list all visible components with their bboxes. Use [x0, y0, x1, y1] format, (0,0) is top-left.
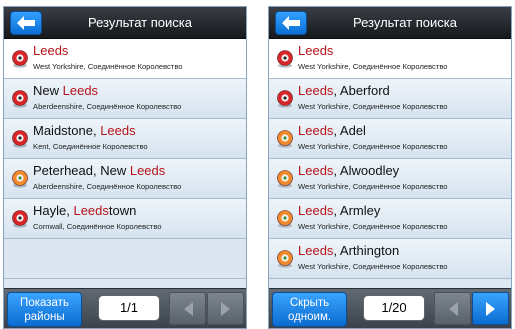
result-title-suffix: , Adel [333, 123, 366, 138]
result-row[interactable]: Leeds, Adel West Yorkshire, Соединённое К… [269, 119, 511, 159]
result-title: Leeds, Adel [298, 123, 509, 138]
result-row[interactable]: New Leeds Aberdeenshire, Соединённое Коро… [4, 79, 246, 119]
chevron-left-icon [184, 302, 193, 316]
result-title: Maidstone, Leeds [33, 123, 244, 138]
bottom-toolbar: Скрыть одноим. 1/20 [269, 288, 511, 328]
result-row[interactable]: Peterhead, New Leeds Aberdeenshire, Соеди… [4, 159, 246, 199]
result-row[interactable]: Leeds West Yorkshire, Соединённое Королев… [269, 39, 511, 79]
hide-duplicates-button[interactable]: Скрыть одноим. [272, 292, 347, 327]
result-row[interactable]: Leeds West Yorkshire, Соединённое Королев… [4, 39, 246, 79]
red-pin-icon [277, 50, 293, 68]
page-title: Результат поиска [88, 15, 192, 30]
result-region: West Yorkshire, Соединённое Королевство [298, 182, 448, 191]
action-button-line2: одноим. [287, 310, 332, 323]
back-button[interactable] [275, 11, 307, 35]
red-pin-icon [12, 210, 28, 228]
result-title: Leeds, Arthington [298, 243, 509, 258]
result-title-suffix: , Armley [333, 203, 381, 218]
orange-pin-icon [277, 170, 293, 188]
result-region: Aberdeenshire, Соединённое Королевство [33, 182, 182, 191]
action-button-line2: районы [24, 310, 65, 323]
action-button-line1: Скрыть [289, 296, 330, 309]
chevron-left-icon [449, 302, 458, 316]
empty-row [4, 239, 246, 279]
result-region: West Yorkshire, Соединённое Королевство [298, 102, 448, 111]
result-title: Leeds, Alwoodley [298, 163, 509, 178]
result-title-match: Leeds [298, 43, 334, 58]
result-title-match: Leeds [298, 243, 334, 258]
result-region: Aberdeenshire, Соединённое Королевство [33, 102, 182, 111]
red-pin-icon [12, 50, 28, 68]
result-title-prefix: Peterhead, New [33, 163, 130, 178]
result-title-suffix: , Alwoodley [333, 163, 400, 178]
result-region: West Yorkshire, Соединённое Королевство [298, 142, 448, 151]
result-region: West Yorkshire, Соединённое Королевство [33, 62, 183, 71]
result-title-match: Leeds [73, 203, 109, 218]
orange-pin-icon [277, 130, 293, 148]
result-row[interactable]: Leeds, Aberford West Yorkshire, Соединённ… [269, 79, 511, 119]
result-row[interactable]: Leeds, Arthington West Yorkshire, Соединё… [269, 239, 511, 279]
result-title: Hayle, Leedstown [33, 203, 244, 218]
left-phone-screen: Результат поиска Leeds West Yorkshire, Со… [3, 6, 247, 329]
result-title-match: Leeds [298, 123, 334, 138]
result-row[interactable]: Maidstone, Leeds Kent, Соединённое Короле… [4, 119, 246, 159]
result-title-match: Leeds [62, 83, 99, 98]
result-region: West Yorkshire, Соединённое Королевство [298, 222, 448, 231]
result-region: Kent, Соединённое Королевство [33, 142, 148, 151]
page-title: Результат поиска [353, 15, 457, 30]
result-title-match: Leeds [298, 83, 334, 98]
result-title-prefix: New [33, 83, 63, 98]
result-title-match: Leeds [100, 123, 136, 138]
result-title-suffix: town [108, 203, 137, 218]
result-row[interactable]: Hayle, Leedstown Cornwall, Соединённое Ко… [4, 199, 246, 239]
result-title-match: Leeds [33, 43, 69, 58]
result-region: West Yorkshire, Соединённое Королевство [298, 262, 448, 271]
show-districts-button[interactable]: Показать районы [7, 292, 82, 327]
result-title: Leeds, Aberford [298, 83, 509, 98]
back-arrow-icon [282, 16, 300, 30]
next-page-button[interactable] [472, 292, 509, 325]
result-title: Leeds [33, 43, 244, 58]
previous-page-button[interactable] [169, 292, 206, 325]
action-button-line1: Показать [20, 296, 69, 309]
result-region: West Yorkshire, Соединённое Королевство [298, 62, 448, 71]
result-title-prefix: Hayle, [33, 203, 74, 218]
page-indicator: 1/20 [363, 295, 425, 321]
results-list: Leeds West Yorkshire, Соединённое Королев… [269, 39, 511, 279]
result-row[interactable]: Leeds, Alwoodley West Yorkshire, Соединён… [269, 159, 511, 199]
back-button[interactable] [10, 11, 42, 35]
red-pin-icon [12, 130, 28, 148]
title-bar: Результат поиска [269, 7, 511, 39]
back-arrow-icon [17, 16, 35, 30]
title-bar: Результат поиска [4, 7, 246, 39]
bottom-toolbar: Показать районы 1/1 [4, 288, 246, 328]
red-pin-icon [12, 90, 28, 108]
result-title-match: Leeds [298, 163, 334, 178]
orange-pin-icon [12, 170, 28, 188]
result-title-prefix: Maidstone, [33, 123, 101, 138]
result-row[interactable]: Leeds, Armley West Yorkshire, Соединённое… [269, 199, 511, 239]
result-title-suffix: , Arthington [333, 243, 400, 258]
right-phone-screen: Результат поиска Leeds West Yorkshire, Со… [268, 6, 512, 329]
result-title: New Leeds [33, 83, 244, 98]
result-title-suffix: , Aberford [333, 83, 390, 98]
result-title: Leeds [298, 43, 509, 58]
orange-pin-icon [277, 210, 293, 228]
result-title-match: Leeds [298, 203, 334, 218]
result-title: Peterhead, New Leeds [33, 163, 244, 178]
next-page-button[interactable] [207, 292, 244, 325]
red-pin-icon [277, 90, 293, 108]
result-title: Leeds, Armley [298, 203, 509, 218]
chevron-right-icon [221, 302, 230, 316]
previous-page-button[interactable] [434, 292, 471, 325]
results-list: Leeds West Yorkshire, Соединённое Королев… [4, 39, 246, 279]
result-region: Cornwall, Соединённое Королевство [33, 222, 162, 231]
orange-pin-icon [277, 250, 293, 268]
page-indicator: 1/1 [98, 295, 160, 321]
chevron-right-icon [486, 302, 495, 316]
result-title-match: Leeds [129, 163, 166, 178]
